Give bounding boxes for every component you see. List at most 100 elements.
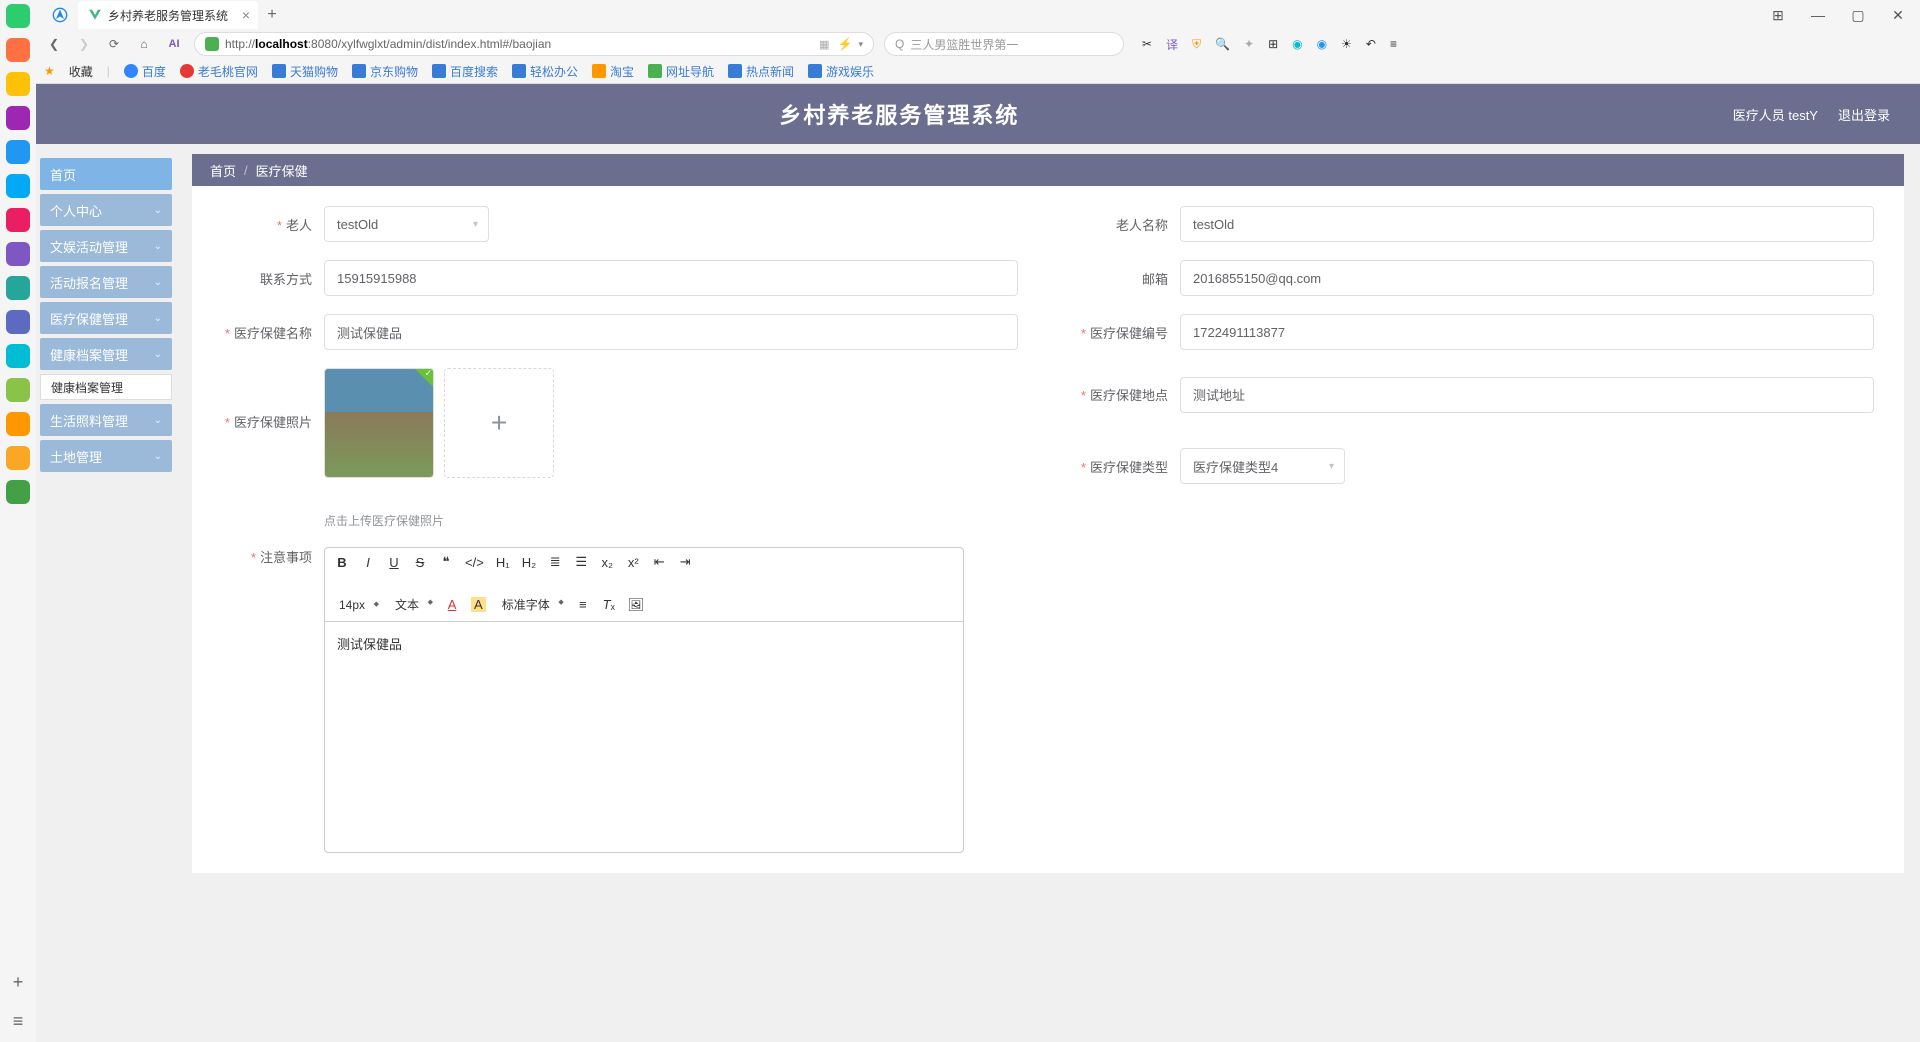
strike-button[interactable]: S xyxy=(413,555,427,570)
elder-select[interactable]: testOld ▾ xyxy=(324,206,489,242)
bookmark-item[interactable]: 网址导航 xyxy=(648,63,714,80)
os-icon[interactable] xyxy=(6,480,30,504)
sidebar-healthcare[interactable]: 医疗保健管理⌄ xyxy=(40,302,172,334)
os-icon[interactable] xyxy=(6,310,30,334)
sidebar-personal[interactable]: 个人中心⌄ xyxy=(40,194,172,226)
sidebar-records[interactable]: 健康档案管理⌄ xyxy=(40,338,172,370)
close-window-icon[interactable]: ✕ xyxy=(1886,7,1910,24)
editor-content[interactable]: 测试保健品 xyxy=(325,622,963,852)
os-icon[interactable] xyxy=(6,378,30,402)
home-button[interactable]: ⌂ xyxy=(134,34,154,54)
align-button[interactable]: ≡ xyxy=(576,597,590,612)
menu-icon[interactable]: ≡ xyxy=(1390,37,1397,51)
sidebar-records-sub[interactable]: 健康档案管理 xyxy=(40,374,172,400)
bookmark-item[interactable]: 百度 xyxy=(124,63,166,80)
font-size-select[interactable]: 14px xyxy=(335,596,379,614)
indent-button[interactable]: ⇥ xyxy=(678,554,692,570)
os-icon[interactable] xyxy=(6,72,30,96)
os-icon[interactable] xyxy=(6,276,30,300)
sidebar-land[interactable]: 土地管理⌄ xyxy=(40,440,172,472)
os-icon[interactable] xyxy=(6,174,30,198)
flash-icon[interactable]: ⚡ xyxy=(838,37,853,51)
font-color-button[interactable]: A xyxy=(445,597,459,612)
sidebar-signup[interactable]: 活动报名管理⌄ xyxy=(40,266,172,298)
italic-button[interactable]: I xyxy=(361,555,375,570)
shield2-icon[interactable]: ⛨ xyxy=(1192,37,1201,52)
outdent-button[interactable]: ⇤ xyxy=(652,554,666,570)
logout-link[interactable]: 退出登录 xyxy=(1838,105,1890,124)
menu-os-icon[interactable]: ≡ xyxy=(13,1011,24,1032)
bookmark-item[interactable]: 老毛桃官网 xyxy=(180,63,258,80)
bookmark-item[interactable]: 轻松办公 xyxy=(512,63,578,80)
font-family-select[interactable]: 标准字体 xyxy=(498,594,564,615)
email-input[interactable]: 2016855150@qq.com xyxy=(1180,260,1874,296)
bookmark-item[interactable]: 百度搜索 xyxy=(432,63,498,80)
new-tab-button[interactable]: + xyxy=(258,1,286,29)
bg-color-button[interactable]: A xyxy=(471,597,486,612)
bookmark-item[interactable]: 京东购物 xyxy=(352,63,418,80)
favorites-star-icon[interactable]: ★ xyxy=(44,64,55,78)
os-icon[interactable] xyxy=(6,38,30,62)
bold-button[interactable]: B xyxy=(335,555,349,570)
scissors-icon[interactable]: ✂ xyxy=(1142,37,1152,51)
os-icon[interactable] xyxy=(6,140,30,164)
os-icon[interactable] xyxy=(6,412,30,436)
clear-format-button[interactable]: Tₓ xyxy=(602,597,616,612)
bookmark-item[interactable]: 热点新闻 xyxy=(728,63,794,80)
h2-button[interactable]: H₂ xyxy=(522,555,536,570)
os-icon[interactable] xyxy=(6,208,30,232)
quote-button[interactable]: ❝ xyxy=(439,554,453,570)
search-input[interactable]: Q 三人男篮胜世界第一 xyxy=(884,32,1124,56)
os-icon[interactable] xyxy=(6,106,30,130)
upload-add-button[interactable]: + xyxy=(444,368,554,478)
hc-place-input[interactable]: 测试地址 xyxy=(1180,377,1874,413)
browser-tab[interactable]: 乡村养老服务管理系统 × xyxy=(78,1,258,29)
apps-icon[interactable]: ⊞ xyxy=(1268,37,1278,51)
uploaded-photo[interactable]: ✓ xyxy=(324,368,434,478)
reload-button[interactable]: ⟳ xyxy=(104,34,124,54)
new-tab-os-icon[interactable]: + xyxy=(13,972,24,993)
back-button[interactable]: ❮ xyxy=(44,34,64,54)
os-icon[interactable] xyxy=(6,242,30,266)
tab-close-icon[interactable]: × xyxy=(242,7,250,23)
translate-icon[interactable]: 译 xyxy=(1166,36,1178,53)
bookmark-item[interactable]: 天猫购物 xyxy=(272,63,338,80)
sidebar-activities[interactable]: 文娱活动管理⌄ xyxy=(40,230,172,262)
code-button[interactable]: </> xyxy=(465,555,484,570)
breadcrumb-root[interactable]: 首页 xyxy=(210,161,236,180)
underline-button[interactable]: U xyxy=(387,555,401,570)
zoom-icon[interactable]: 🔍 xyxy=(1215,37,1230,51)
paragraph-select[interactable]: 文本 xyxy=(391,594,433,615)
image-button[interactable]: 🖼 xyxy=(628,597,645,613)
forward-button[interactable]: ❯ xyxy=(74,34,94,54)
url-input[interactable]: http://localhost:8080/xylfwglxt/admin/di… xyxy=(194,32,874,56)
superscript-button[interactable]: x² xyxy=(626,555,640,570)
os-icon[interactable] xyxy=(6,446,30,470)
dropdown-icon[interactable]: ▾ xyxy=(858,39,863,50)
minimize-icon[interactable]: — xyxy=(1806,7,1830,23)
undo-icon[interactable]: ↶ xyxy=(1366,37,1376,51)
puzzle-icon[interactable]: ✦ xyxy=(1244,37,1254,51)
hc-type-select[interactable]: 医疗保健类型4 ▾ xyxy=(1180,448,1345,484)
ul-button[interactable]: ☰ xyxy=(574,554,588,570)
user-label[interactable]: 医疗人员 testY xyxy=(1733,105,1818,124)
hc-name-input[interactable]: 测试保健品 xyxy=(324,314,1018,350)
contact-input[interactable]: 15915915988 xyxy=(324,260,1018,296)
sun-icon[interactable]: ☀ xyxy=(1341,37,1352,51)
h1-button[interactable]: H₁ xyxy=(496,555,510,570)
hc-code-input[interactable]: 1722491113877 xyxy=(1180,314,1874,350)
bookmark-item[interactable]: 淘宝 xyxy=(592,63,634,80)
circle-icon[interactable]: ◉ xyxy=(1292,37,1302,51)
elder-name-input[interactable]: testOld xyxy=(1180,206,1874,242)
sidebar-home[interactable]: 首页 xyxy=(40,158,172,190)
bookmark-item[interactable]: 游戏娱乐 xyxy=(808,63,874,80)
ai-button[interactable]: AI xyxy=(164,34,184,54)
subscript-button[interactable]: x₂ xyxy=(600,555,614,570)
app-menu-icon[interactable]: ⊞ xyxy=(1766,7,1790,24)
qr-icon[interactable]: ▦ xyxy=(819,38,829,51)
os-icon[interactable] xyxy=(6,4,30,28)
os-icon[interactable] xyxy=(6,344,30,368)
sidebar-life-care[interactable]: 生活照料管理⌄ xyxy=(40,404,172,436)
ol-button[interactable]: ≣ xyxy=(548,554,562,570)
globe-icon[interactable]: ◉ xyxy=(1317,37,1327,51)
